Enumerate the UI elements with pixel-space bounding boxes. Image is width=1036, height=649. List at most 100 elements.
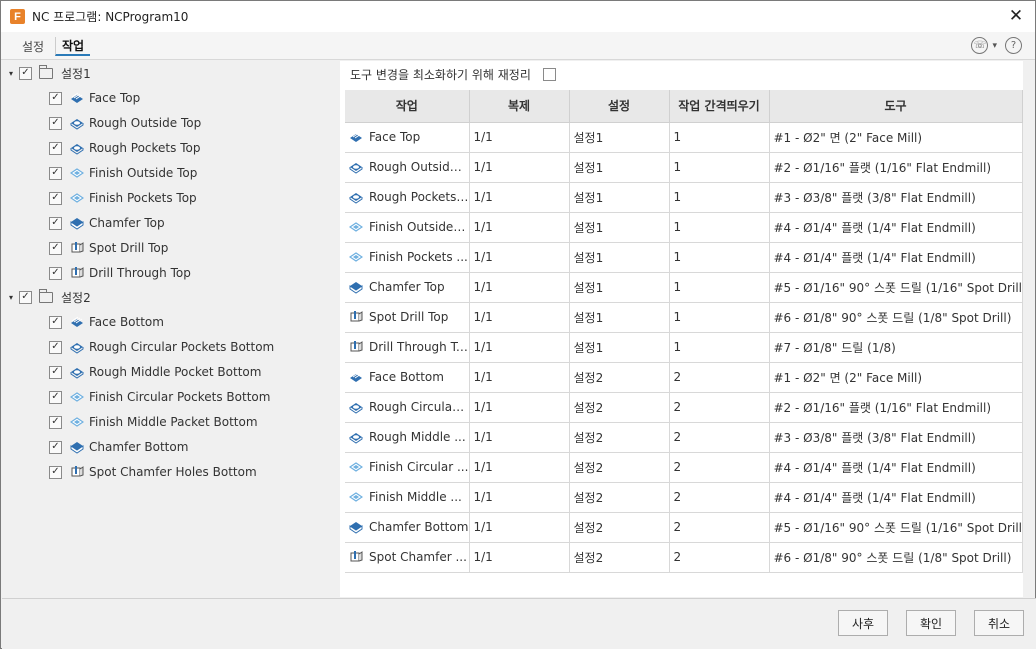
cell-setup[interactable]: 설정1 <box>569 212 670 243</box>
table-row[interactable]: Finish Circular ... 1/1 설정2 2 #4 - Ø1/4" 플랫 … <box>345 452 1023 483</box>
setup-checkbox[interactable]: ✓ <box>19 66 32 80</box>
operation-checkbox[interactable]: ✓ <box>49 241 62 255</box>
cell-setup[interactable]: 설정2 <box>569 512 670 543</box>
expand-arrow-icon[interactable]: ▾ <box>9 293 19 302</box>
tree-operation-node[interactable]: ✓ Rough Middle Pocket Bottom <box>49 362 261 382</box>
cancel-button[interactable]: 취소 <box>974 610 1024 636</box>
operation-checkbox[interactable]: ✓ <box>49 365 62 379</box>
table-row[interactable]: Chamfer Top 1/1 설정1 1 #5 - Ø1/16" 90° 스폿 드릴 … <box>345 272 1023 303</box>
cell-tool[interactable]: #4 - Ø1/4" 플랫 (1/4" Flat Endmill) <box>769 212 1023 243</box>
table-row[interactable]: Rough Middle ... 1/1 설정2 2 #3 - Ø3/8" 플랫 (3/… <box>345 422 1023 453</box>
cell-operation[interactable]: Face Bottom <box>345 362 470 393</box>
tree-operation-node[interactable]: ✓ Drill Through Top <box>49 263 191 283</box>
cell-duplicate[interactable]: 1/1 <box>469 122 570 153</box>
cell-duplicate[interactable]: 1/1 <box>469 512 570 543</box>
table-row[interactable]: Face Bottom 1/1 설정2 2 #1 - Ø2" 면 (2" Face Mi… <box>345 362 1023 393</box>
operation-checkbox[interactable]: ✓ <box>49 191 62 205</box>
cell-duplicate[interactable]: 1/1 <box>469 242 570 273</box>
cell-duplicate[interactable]: 1/1 <box>469 332 570 363</box>
cell-tool[interactable]: #3 - Ø3/8" 플랫 (3/8" Flat Endmill) <box>769 182 1023 213</box>
table-row[interactable]: Spot Chamfer ... 1/1 설정2 2 #6 - Ø1/8" 90° 스폿… <box>345 542 1023 573</box>
table-row[interactable]: Finish Middle ... 1/1 설정2 2 #4 - Ø1/4" 플랫 (1… <box>345 482 1023 513</box>
operation-checkbox[interactable]: ✓ <box>49 266 62 280</box>
tree-operation-node[interactable]: ✓ Finish Outside Top <box>49 163 197 183</box>
table-row[interactable]: Drill Through Top 1/1 설정1 1 #7 - Ø1/8" 드릴 (1… <box>345 332 1023 363</box>
tab-setup[interactable]: 설정 <box>16 37 50 56</box>
cell-work-offset[interactable]: 1 <box>669 332 770 363</box>
cell-setup[interactable]: 설정2 <box>569 392 670 423</box>
table-row[interactable]: Rough Outside ... 1/1 설정1 1 #2 - Ø1/16" 플랫 (… <box>345 152 1023 183</box>
tree-setup-node[interactable]: ▾ ✓ 설정1 <box>9 63 91 83</box>
reorder-checkbox[interactable] <box>542 68 556 81</box>
tree-operation-node[interactable]: ✓ Chamfer Top <box>49 213 165 233</box>
cell-tool[interactable]: #5 - Ø1/16" 90° 스폿 드릴 (1/16" Spot Drill) <box>769 512 1023 543</box>
cell-operation[interactable]: Drill Through Top <box>345 332 470 363</box>
tree-operation-node[interactable]: ✓ Finish Pockets Top <box>49 188 197 208</box>
table-row[interactable]: Finish Pockets ... 1/1 설정1 1 #4 - Ø1/4" 플랫 (… <box>345 242 1023 273</box>
cell-tool[interactable]: #1 - Ø2" 면 (2" Face Mill) <box>769 362 1023 393</box>
chevron-down-icon[interactable]: ▾ <box>992 41 997 51</box>
cell-operation[interactable]: Finish Pockets ... <box>345 242 470 273</box>
tree-setup-node[interactable]: ▾ ✓ 설정2 <box>9 287 91 307</box>
cell-work-offset[interactable]: 2 <box>669 512 770 543</box>
cell-operation[interactable]: Rough Middle ... <box>345 422 470 453</box>
cell-duplicate[interactable]: 1/1 <box>469 182 570 213</box>
cell-duplicate[interactable]: 1/1 <box>469 482 570 513</box>
operation-checkbox[interactable]: ✓ <box>49 315 62 329</box>
table-row[interactable]: Rough Pockets ... 1/1 설정1 1 #3 - Ø3/8" 플랫 (3… <box>345 182 1023 213</box>
col-header-duplicate[interactable]: 복제 <box>469 90 570 123</box>
operation-checkbox[interactable]: ✓ <box>49 91 62 105</box>
cell-operation[interactable]: Spot Drill Top <box>345 302 470 333</box>
cell-duplicate[interactable]: 1/1 <box>469 542 570 573</box>
cell-work-offset[interactable]: 1 <box>669 272 770 303</box>
cell-tool[interactable]: #4 - Ø1/4" 플랫 (1/4" Flat Endmill) <box>769 482 1023 513</box>
operation-checkbox[interactable]: ✓ <box>49 166 62 180</box>
operation-checkbox[interactable]: ✓ <box>49 440 62 454</box>
cell-operation[interactable]: Rough Pockets ... <box>345 182 470 213</box>
cell-duplicate[interactable]: 1/1 <box>469 302 570 333</box>
operation-checkbox[interactable]: ✓ <box>49 415 62 429</box>
table-row[interactable]: Rough Circular ... 1/1 설정2 2 #2 - Ø1/16" 플랫 … <box>345 392 1023 423</box>
cell-work-offset[interactable]: 1 <box>669 152 770 183</box>
cell-operation[interactable]: Finish Circular ... <box>345 452 470 483</box>
help-icon[interactable]: ? <box>1005 37 1022 54</box>
tree-operation-node[interactable]: ✓ Rough Pockets Top <box>49 138 200 158</box>
tree-operation-node[interactable]: ✓ Finish Middle Packet Bottom <box>49 412 258 432</box>
cell-tool[interactable]: #7 - Ø1/8" 드릴 (1/8) <box>769 332 1023 363</box>
cell-setup[interactable]: 설정2 <box>569 452 670 483</box>
operation-checkbox[interactable]: ✓ <box>49 465 62 479</box>
table-row[interactable]: Finish Outside ... 1/1 설정1 1 #4 - Ø1/4" 플랫 (… <box>345 212 1023 243</box>
cell-work-offset[interactable]: 1 <box>669 242 770 273</box>
operation-checkbox[interactable]: ✓ <box>49 116 62 130</box>
cell-duplicate[interactable]: 1/1 <box>469 272 570 303</box>
col-header-work-offset[interactable]: 작업 간격띄우기 <box>669 90 770 123</box>
table-row[interactable]: Chamfer Bottom 1/1 설정2 2 #5 - Ø1/16" 90° 스폿 … <box>345 512 1023 543</box>
cell-work-offset[interactable]: 2 <box>669 362 770 393</box>
cell-operation[interactable]: Rough Outside ... <box>345 152 470 183</box>
cell-duplicate[interactable]: 1/1 <box>469 362 570 393</box>
table-row[interactable]: Spot Drill Top 1/1 설정1 1 #6 - Ø1/8" 90° 스폿 드… <box>345 302 1023 333</box>
cell-setup[interactable]: 설정2 <box>569 542 670 573</box>
cell-setup[interactable]: 설정2 <box>569 482 670 513</box>
cell-duplicate[interactable]: 1/1 <box>469 212 570 243</box>
cell-operation[interactable]: Finish Outside ... <box>345 212 470 243</box>
cell-operation[interactable]: Finish Middle ... <box>345 482 470 513</box>
cell-setup[interactable]: 설정1 <box>569 272 670 303</box>
operation-checkbox[interactable]: ✓ <box>49 340 62 354</box>
table-row[interactable]: Face Top 1/1 설정1 1 #1 - Ø2" 면 (2" Face Mill) <box>345 122 1023 153</box>
tree-operation-node[interactable]: ✓ Face Bottom <box>49 312 164 332</box>
cell-tool[interactable]: #6 - Ø1/8" 90° 스폿 드릴 (1/8" Spot Drill) <box>769 302 1023 333</box>
cell-work-offset[interactable]: 1 <box>669 182 770 213</box>
col-header-tool[interactable]: 도구 <box>769 90 1023 123</box>
cell-setup[interactable]: 설정1 <box>569 122 670 153</box>
cell-work-offset[interactable]: 2 <box>669 452 770 483</box>
cell-tool[interactable]: #2 - Ø1/16" 플랫 (1/16" Flat Endmill) <box>769 392 1023 423</box>
tree-operation-node[interactable]: ✓ Spot Drill Top <box>49 238 168 258</box>
tree-operation-node[interactable]: ✓ Spot Chamfer Holes Bottom <box>49 462 257 482</box>
cell-work-offset[interactable]: 2 <box>669 422 770 453</box>
setup-checkbox[interactable]: ✓ <box>19 290 32 304</box>
operation-checkbox[interactable]: ✓ <box>49 390 62 404</box>
tree-operation-node[interactable]: ✓ Chamfer Bottom <box>49 437 188 457</box>
col-header-setup[interactable]: 설정 <box>569 90 670 123</box>
cell-setup[interactable]: 설정1 <box>569 152 670 183</box>
